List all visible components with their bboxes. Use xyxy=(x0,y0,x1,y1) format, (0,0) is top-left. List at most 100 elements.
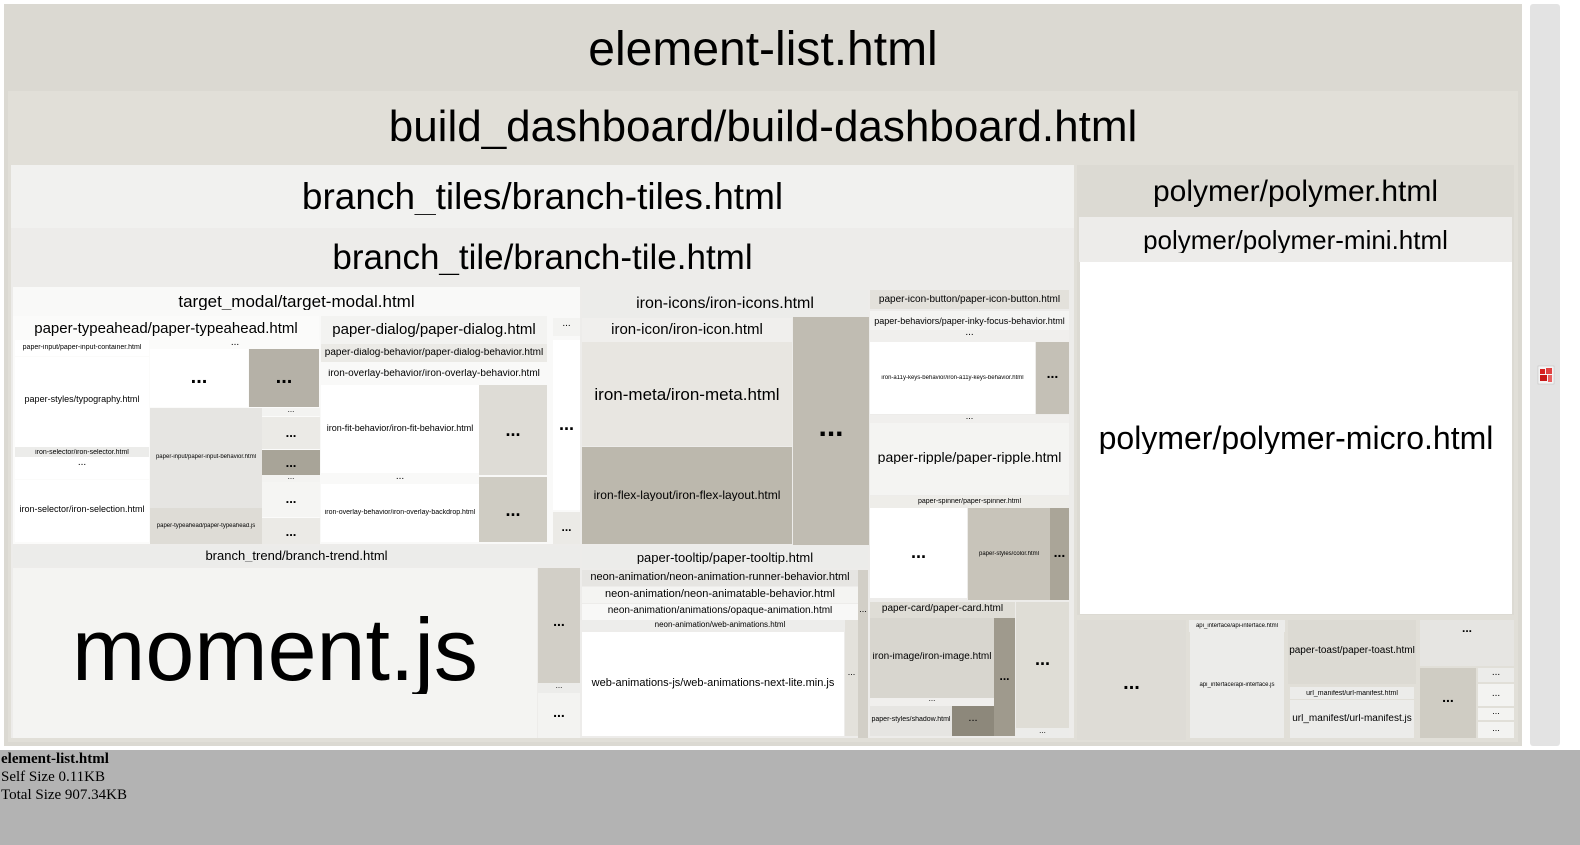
treemap-cell-label: paper-ripple/paper-ripple.html xyxy=(877,450,1062,464)
treemap-cell-label: iron-selector/iron-selection.html xyxy=(19,505,145,514)
treemap-cell-collapsed-5[interactable]: ... xyxy=(262,408,320,416)
treemap-cell-label: neon-animation/neon-animation-runner-beh… xyxy=(590,572,850,583)
treemap-cell-collapsed-24[interactable]: ... xyxy=(538,683,580,693)
treemap-cell-label: neon-animation/animations/opaque-animati… xyxy=(607,606,833,616)
treemap-cell-label: web-animations-js/web-animations-next-li… xyxy=(591,678,835,689)
treemap-cell-collapsed-32[interactable]: ... xyxy=(1016,728,1069,738)
treemap-cell-api-interface-js[interactable]: api_interface/api-interface.js xyxy=(1190,632,1284,738)
treemap-cell-iron-a11y-keys[interactable]: iron-a11y-keys-behavior/iron-a11y-keys-b… xyxy=(870,342,1035,414)
treemap-cell-collapsed-27[interactable]: ... xyxy=(858,570,868,738)
treemap-cell-label: ... xyxy=(928,698,936,703)
treemap-cell-collapsed-21[interactable]: ... xyxy=(870,508,967,598)
treemap-cell-iron-selection[interactable]: iron-selector/iron-selection.html xyxy=(15,480,149,542)
treemap-cell-collapsed-8[interactable]: ... xyxy=(262,475,320,482)
treemap-cell-opaque-animation[interactable]: neon-animation/animations/opaque-animati… xyxy=(582,604,858,620)
treemap-cell-polymer-mini[interactable]: polymer/polymer-mini.html xyxy=(1079,217,1512,262)
treemap-cell-shadow[interactable]: paper-styles/shadow.html xyxy=(870,706,952,736)
treemap-cell-collapsed-20[interactable]: ... xyxy=(870,415,1069,423)
treemap-cell-moment[interactable]: moment.js xyxy=(13,568,537,738)
treemap-cell-paper-dialog-behavior[interactable]: paper-dialog-behavior/paper-dialog-behav… xyxy=(321,344,547,362)
treemap-cell-iron-overlay-backdrop[interactable]: iron-overlay-behavior/iron-overlay-backd… xyxy=(321,484,479,542)
treemap-cell-branch-trend[interactable]: branch_trend/branch-trend.html xyxy=(13,546,580,566)
treemap-cell-paper-spinner[interactable]: paper-spinner/paper-spinner.html xyxy=(870,496,1069,508)
treemap-cell-url-manifest-html[interactable]: url_manifest/url-manifest.html xyxy=(1290,687,1414,699)
treemap-cell-collapsed-39[interactable]: ... xyxy=(1478,722,1514,738)
treemap-cell-collapsed-25[interactable]: ... xyxy=(538,693,580,738)
treemap-cell-polymer-micro[interactable]: polymer/polymer-micro.html xyxy=(1080,262,1512,614)
treemap-cell-web-animations[interactable]: neon-animation/web-animations.html xyxy=(582,620,858,630)
treemap-cell-label: iron-image/iron-image.html xyxy=(872,652,992,662)
treemap: element-list.html build_dashboard/build-d… xyxy=(0,0,1580,750)
treemap-cell-collapsed-26[interactable]: ... xyxy=(845,620,858,736)
treemap-cell-label: paper-typeahead/paper-typeahead.js xyxy=(156,523,256,529)
treemap-cell-neon-runner[interactable]: neon-animation/neon-animation-runner-beh… xyxy=(582,570,858,586)
treemap-cell-collapsed-22[interactable]: ... xyxy=(1050,508,1069,600)
treemap-cell-collapsed-35[interactable]: ... xyxy=(1420,668,1476,738)
treemap-cell-api-interface-html[interactable]: api_interface/api-interface.html xyxy=(1189,620,1285,632)
treemap-cell-label: ... xyxy=(1491,689,1501,699)
treemap-cell-iron-selector[interactable]: iron-selector/iron-selector.html xyxy=(15,447,149,457)
treemap-cell-collapsed-19[interactable]: ... xyxy=(1036,342,1069,414)
treemap-cell-paper-typeahead-js[interactable]: paper-typeahead/paper-typeahead.js xyxy=(150,508,262,544)
treemap-cell-iron-flex-layout[interactable]: iron-flex-layout/iron-flex-layout.html xyxy=(582,447,792,544)
treemap-cell-collapsed-17[interactable]: ... xyxy=(793,317,869,545)
treemap-cell-collapsed-12[interactable]: ... xyxy=(553,340,580,510)
treemap-cell-iron-icons[interactable]: iron-icons/iron-icons.html xyxy=(582,290,868,318)
treemap-cell-collapsed-4[interactable]: ... xyxy=(15,457,149,479)
treemap-cell-url-manifest-js[interactable]: url_manifest/url-manifest.js xyxy=(1290,700,1414,738)
treemap-cell-color[interactable]: paper-styles/color.html xyxy=(968,508,1050,600)
treemap-cell-collapsed-18[interactable]: ... xyxy=(870,330,1069,342)
treemap-cell-collapsed-29[interactable]: ... xyxy=(870,698,994,706)
treemap-cell-collapsed-7[interactable]: ... xyxy=(262,450,320,475)
treemap-cell-collapsed-28[interactable]: ... xyxy=(994,618,1015,736)
treemap-cell-paper-ripple[interactable]: paper-ripple/paper-ripple.html xyxy=(870,423,1069,495)
treemap-cell-collapsed-31[interactable]: ... xyxy=(1016,602,1069,728)
treemap-cell-paper-input-behavior[interactable]: paper-input/paper-input-behavior.html xyxy=(150,408,262,508)
treemap-cell-collapsed-34[interactable]: ... xyxy=(1420,620,1514,666)
treemap-cell-iron-image[interactable]: iron-image/iron-image.html xyxy=(870,618,994,698)
treemap-cell-label: paper-styles/typography.html xyxy=(24,395,140,404)
treemap-cell-collapsed-30[interactable]: ... xyxy=(952,706,994,736)
treemap-cell-typography[interactable]: paper-styles/typography.html xyxy=(15,357,149,447)
treemap-cell-label: ... xyxy=(77,458,87,468)
treemap-cell-web-animations-lite[interactable]: web-animations-js/web-animations-next-li… xyxy=(582,632,844,736)
treemap-cell-label: polymer/polymer.html xyxy=(1152,177,1439,207)
treemap-cell-iron-icon[interactable]: iron-icon/iron-icon.html xyxy=(582,318,792,342)
treemap-cell-paper-tooltip[interactable]: paper-tooltip/paper-tooltip.html xyxy=(582,546,868,568)
treemap-cell-iron-meta[interactable]: iron-meta/iron-meta.html xyxy=(582,342,792,446)
treemap-cell-collapsed-3[interactable]: ... xyxy=(249,349,319,407)
treemap-cell-collapsed-11[interactable]: ... xyxy=(553,318,580,336)
treemap-cell-label: paper-behaviors/paper-inky-focus-behavio… xyxy=(874,317,1065,326)
treemap-cell-label: paper-toast/paper-toast.html xyxy=(1289,646,1415,656)
treemap-cell-collapsed-6[interactable]: ... xyxy=(262,417,320,449)
treemap-cell-label: moment.js xyxy=(72,606,478,694)
treemap-cell-paper-dialog[interactable]: paper-dialog/paper-dialog.html xyxy=(321,316,547,344)
treemap-cell-collapsed-2[interactable]: ... xyxy=(150,349,248,407)
treemap-cell-collapsed-33[interactable]: ... xyxy=(1077,620,1186,740)
treemap-cell-collapsed-13[interactable]: ... xyxy=(553,512,580,544)
treemap-cell-collapsed-14[interactable]: ... xyxy=(479,385,547,475)
treemap-cell-collapsed-36[interactable]: ... xyxy=(1478,668,1514,682)
treemap-cell-label: ... xyxy=(395,474,405,482)
treemap-cell-collapsed-38[interactable]: ... xyxy=(1478,708,1514,720)
treemap-cell-iron-fit-behavior[interactable]: iron-fit-behavior/iron-fit-behavior.html xyxy=(321,385,479,473)
treemap-cell-label: url_manifest/url-manifest.html xyxy=(1306,690,1398,697)
treemap-cell-collapsed-9[interactable]: ... xyxy=(262,482,320,517)
treemap-cell-label: ... xyxy=(847,668,856,677)
treemap-thumbnail-icon[interactable] xyxy=(1537,365,1555,385)
treemap-cell-iron-overlay-behavior[interactable]: iron-overlay-behavior/iron-overlay-behav… xyxy=(321,364,547,384)
treemap-cell-collapsed-37[interactable]: ... xyxy=(1478,684,1514,706)
treemap-cell-paper-input-container[interactable]: paper-input/paper-input-container.html xyxy=(15,340,149,356)
treemap-cell-collapsed-23[interactable]: ... xyxy=(538,568,580,683)
treemap-cell-label: ... xyxy=(555,683,563,690)
treemap-cell-neon-animatable[interactable]: neon-animation/neon-animatable-behavior.… xyxy=(582,587,858,603)
treemap-cell-paper-icon-button[interactable]: paper-icon-button/paper-icon-button.html xyxy=(870,290,1069,309)
treemap-cell-collapsed-16[interactable]: ... xyxy=(479,477,547,542)
treemap-cell-collapsed-15[interactable]: ... xyxy=(321,474,479,484)
treemap-cell-paper-toast[interactable]: paper-toast/paper-toast.html xyxy=(1288,620,1416,684)
treemap-cell-label: ... xyxy=(553,705,565,719)
treemap-cell-label: iron-overlay-behavior/iron-overlay-backd… xyxy=(324,509,476,516)
treemap-cell-label: paper-styles/shadow.html xyxy=(871,716,951,723)
treemap-cell-paper-card[interactable]: paper-card/paper-card.html xyxy=(870,602,1015,618)
treemap-cell-collapsed-10[interactable]: ... xyxy=(262,518,320,544)
